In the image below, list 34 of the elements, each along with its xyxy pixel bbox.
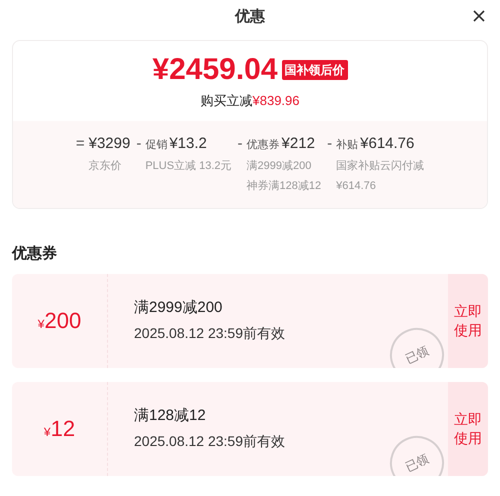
breakdown-note: PLUS立减 13.2元 [145,158,232,174]
breakdown-value: ¥614.76 [360,134,414,154]
operator-sign: = [76,134,85,154]
price-badge: 国补领后价 [282,60,348,80]
breakdown-value: ¥13.2 [169,134,207,154]
breakdown-label: 补贴 [336,138,358,152]
breakdown-note: 国家补贴云闪付减 [336,158,424,174]
use-now-button[interactable]: 立即使用 [448,274,488,368]
breakdown-value: ¥212 [282,134,315,154]
coupon-amount: 12 [50,415,76,443]
operator-sign: - [327,134,332,154]
coupon-currency: ¥ [44,424,51,440]
breakdown-note: 满2999减200 [246,159,312,174]
section-title: 优惠券 [12,244,58,264]
dialog-title: 优惠 [235,6,265,27]
final-price: ¥2459.04 [152,55,278,85]
saving-label: 购买立减 [200,92,252,110]
saving-value: ¥839.96 [252,92,300,110]
operator-sign: - [238,134,243,154]
coupon-amount: 200 [44,307,82,335]
use-now-button[interactable]: 立即使用 [448,382,488,476]
breakdown-label: 优惠券 [246,138,280,152]
coupon-validity: 2025.08.12 23:59前有效 [134,324,286,344]
breakdown-note: ¥614.76 [336,178,377,194]
coupon-validity: 2025.08.12 23:59前有效 [134,432,286,452]
operator-sign: - [136,134,142,154]
coupon-currency: ¥ [38,316,44,332]
breakdown-note: 神券满128减12 [246,178,322,194]
breakdown-label: 促销 [145,138,168,152]
breakdown-note: 京东价 [88,158,123,174]
breakdown-value: ¥3299 [88,134,130,154]
coupon-condition: 满2999减200 [134,298,224,318]
coupon-condition: 满128减12 [134,406,207,426]
close-icon[interactable] [472,9,486,23]
